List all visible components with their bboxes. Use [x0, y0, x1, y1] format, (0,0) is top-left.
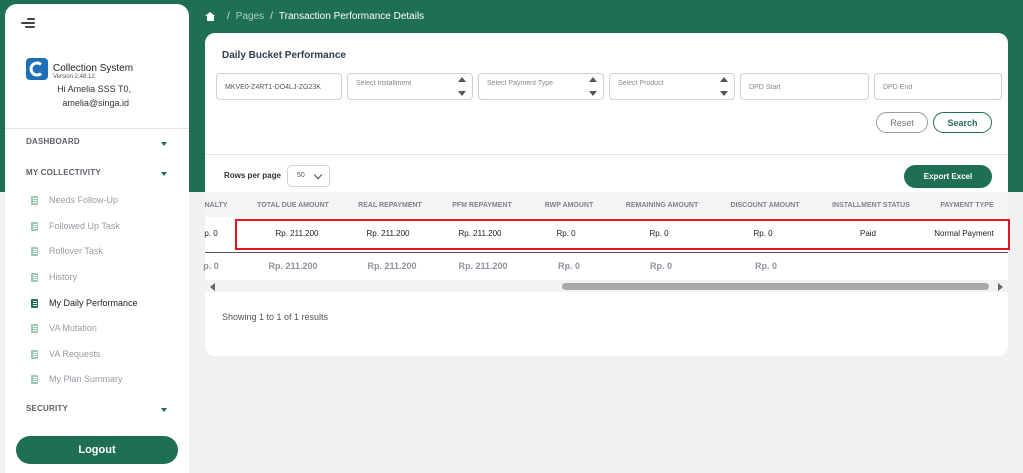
product-select[interactable]: Select Product: [609, 73, 735, 100]
loan-id-field[interactable]: MKVE0-Z4RT1-DO4LJ-ZG23K: [216, 73, 342, 100]
sidebar-item-followed-up-task[interactable]: Followed Up Task: [31, 221, 120, 231]
chevron-down-icon: [313, 170, 323, 180]
footer-cell: Rp. 211.200: [268, 261, 318, 271]
breadcrumb-current: Transaction Performance Details: [278, 11, 425, 22]
breadcrumb-separator: /: [270, 11, 273, 22]
dpd-end-field[interactable]: DPD End: [874, 73, 1002, 100]
sidebar-item-label: My Plan Summary: [49, 374, 123, 384]
reset-button[interactable]: Reset: [876, 112, 928, 133]
column-header: NALTY: [204, 202, 228, 209]
sidebar-item-label: Rollover Task: [49, 246, 103, 256]
spinner-arrows-icon[interactable]: [458, 77, 466, 98]
document-icon: [31, 374, 38, 384]
sidebar-item-my-daily-performance[interactable]: My Daily Performance: [31, 298, 138, 308]
sidebar-divider: [5, 128, 189, 129]
rows-per-page-select[interactable]: 50: [287, 165, 330, 187]
loan-id-value: MKVE0-Z4RT1-DO4LJ-ZG23K: [225, 84, 321, 91]
table-footer-divider: [205, 252, 1008, 253]
sidebar-item-label: History: [49, 272, 78, 282]
column-header: PFM REPAYMENT: [452, 202, 512, 209]
column-header: REMAINING AMOUNT: [625, 202, 699, 209]
logout-button[interactable]: Logout: [16, 436, 178, 464]
document-icon: [31, 272, 38, 282]
pagination-summary: Showing 1 to 1 of 1 results: [222, 312, 329, 322]
table-cell: p. 0: [204, 229, 218, 238]
sidebar-item-va-requests[interactable]: VA Requests: [31, 349, 100, 359]
sidebar-item-my-plan-summary[interactable]: My Plan Summary: [31, 374, 123, 384]
sidebar-item-label: My Daily Performance: [49, 298, 138, 308]
sidebar-item-history[interactable]: History: [31, 272, 77, 282]
dpd-end-placeholder: DPD End: [883, 84, 913, 91]
column-header: INSTALLMENT STATUS: [832, 202, 910, 209]
chevron-down-icon[interactable]: [161, 142, 167, 146]
installment-select[interactable]: Select Installment: [347, 73, 473, 100]
document-icon: [31, 195, 38, 205]
payment-type-placeholder: Select Payment Type: [487, 80, 554, 87]
column-header: REAL REPAYMENT: [358, 202, 422, 209]
horizontal-scrollbar[interactable]: [205, 280, 1008, 292]
sidebar-item-label: VA Requests: [49, 349, 101, 359]
user-email: amelia@singa.id: [62, 98, 129, 108]
sidebar-item-rollover-task[interactable]: Rollover Task: [31, 246, 103, 256]
breadcrumb-pages[interactable]: Pages: [236, 11, 264, 22]
chevron-down-icon[interactable]: [161, 172, 167, 176]
sidebar-item-label: Needs Follow-Up: [49, 195, 119, 205]
card-title: Daily Bucket Performance: [222, 50, 346, 61]
collection-system-logo: [26, 58, 48, 80]
sidebar-item-va-mutation[interactable]: VA Mutation: [31, 323, 97, 333]
document-icon: [31, 323, 38, 333]
dpd-start-field[interactable]: DPD Start: [740, 73, 869, 100]
brand-name: Collection System: [53, 63, 134, 74]
rows-per-page-label: Rows per page: [224, 171, 281, 180]
document-icon: [31, 246, 38, 256]
sidebar-item-label: Followed Up Task: [49, 221, 120, 231]
sidebar-item-label: VA Mutation: [49, 323, 97, 333]
section-my-collectivity[interactable]: MY COLLECTIVITY: [26, 168, 101, 177]
spinner-arrows-icon[interactable]: [589, 77, 597, 98]
document-icon: [31, 298, 38, 308]
scroll-left-arrow-icon[interactable]: [210, 283, 215, 291]
column-header: PAYMENT TYPE: [940, 202, 994, 209]
spinner-arrows-icon[interactable]: [720, 77, 728, 98]
rows-per-page-value: 50: [297, 172, 305, 179]
scroll-right-arrow-icon[interactable]: [998, 283, 1003, 291]
app-version: Version 2.48.12: [53, 74, 95, 80]
selected-row-highlight: [235, 219, 1010, 250]
footer-cell: Rp. 211.200: [367, 261, 417, 271]
breadcrumb-separator: /: [227, 11, 230, 22]
footer-cell: Rp. 0: [649, 261, 673, 271]
user-greeting: Hi Amelia SSS T0,: [57, 84, 131, 94]
chevron-down-icon[interactable]: [161, 408, 167, 412]
document-icon: [31, 349, 38, 359]
sidebar: Collection System Version 2.48.12 Hi Ame…: [5, 4, 189, 473]
dpd-start-placeholder: DPD Start: [749, 84, 781, 91]
footer-cell: Rp. 211.200: [458, 261, 508, 271]
document-icon: [31, 221, 38, 231]
table-footer-totals: p. 0 Rp. 211.200 Rp. 211.200 Rp. 211.200…: [203, 254, 1008, 276]
installment-placeholder: Select Installment: [356, 80, 412, 87]
product-placeholder: Select Product: [618, 80, 664, 87]
section-dashboard[interactable]: DASHBOARD: [26, 137, 80, 146]
menu-toggle-icon[interactable]: [21, 18, 35, 28]
footer-cell: p. 0: [203, 261, 219, 271]
export-excel-button[interactable]: Export Excel: [904, 165, 992, 188]
section-security[interactable]: SECURITY: [26, 404, 68, 413]
footer-cell: Rp. 0: [557, 261, 581, 271]
scrollbar-thumb[interactable]: [562, 283, 989, 290]
section-divider: [205, 154, 1008, 155]
column-header: TOTAL DUE AMOUNT: [257, 202, 329, 209]
payment-type-select[interactable]: Select Payment Type: [478, 73, 604, 100]
column-header: RWP AMOUNT: [544, 202, 594, 209]
footer-cell: Rp. 0: [754, 261, 778, 271]
home-icon[interactable]: [205, 12, 215, 21]
sidebar-item-needs-follow-up[interactable]: Needs Follow-Up: [31, 195, 118, 205]
table-header: NALTY TOTAL DUE AMOUNT REAL REPAYMENT PF…: [205, 192, 1008, 217]
search-button[interactable]: Search: [933, 112, 992, 133]
column-header: DISCOUNT AMOUNT: [730, 202, 800, 209]
daily-bucket-performance-card: Daily Bucket Performance MKVE0-Z4RT1-DO4…: [203, 33, 1008, 356]
breadcrumb: / Pages / Transaction Performance Detail…: [205, 11, 424, 22]
